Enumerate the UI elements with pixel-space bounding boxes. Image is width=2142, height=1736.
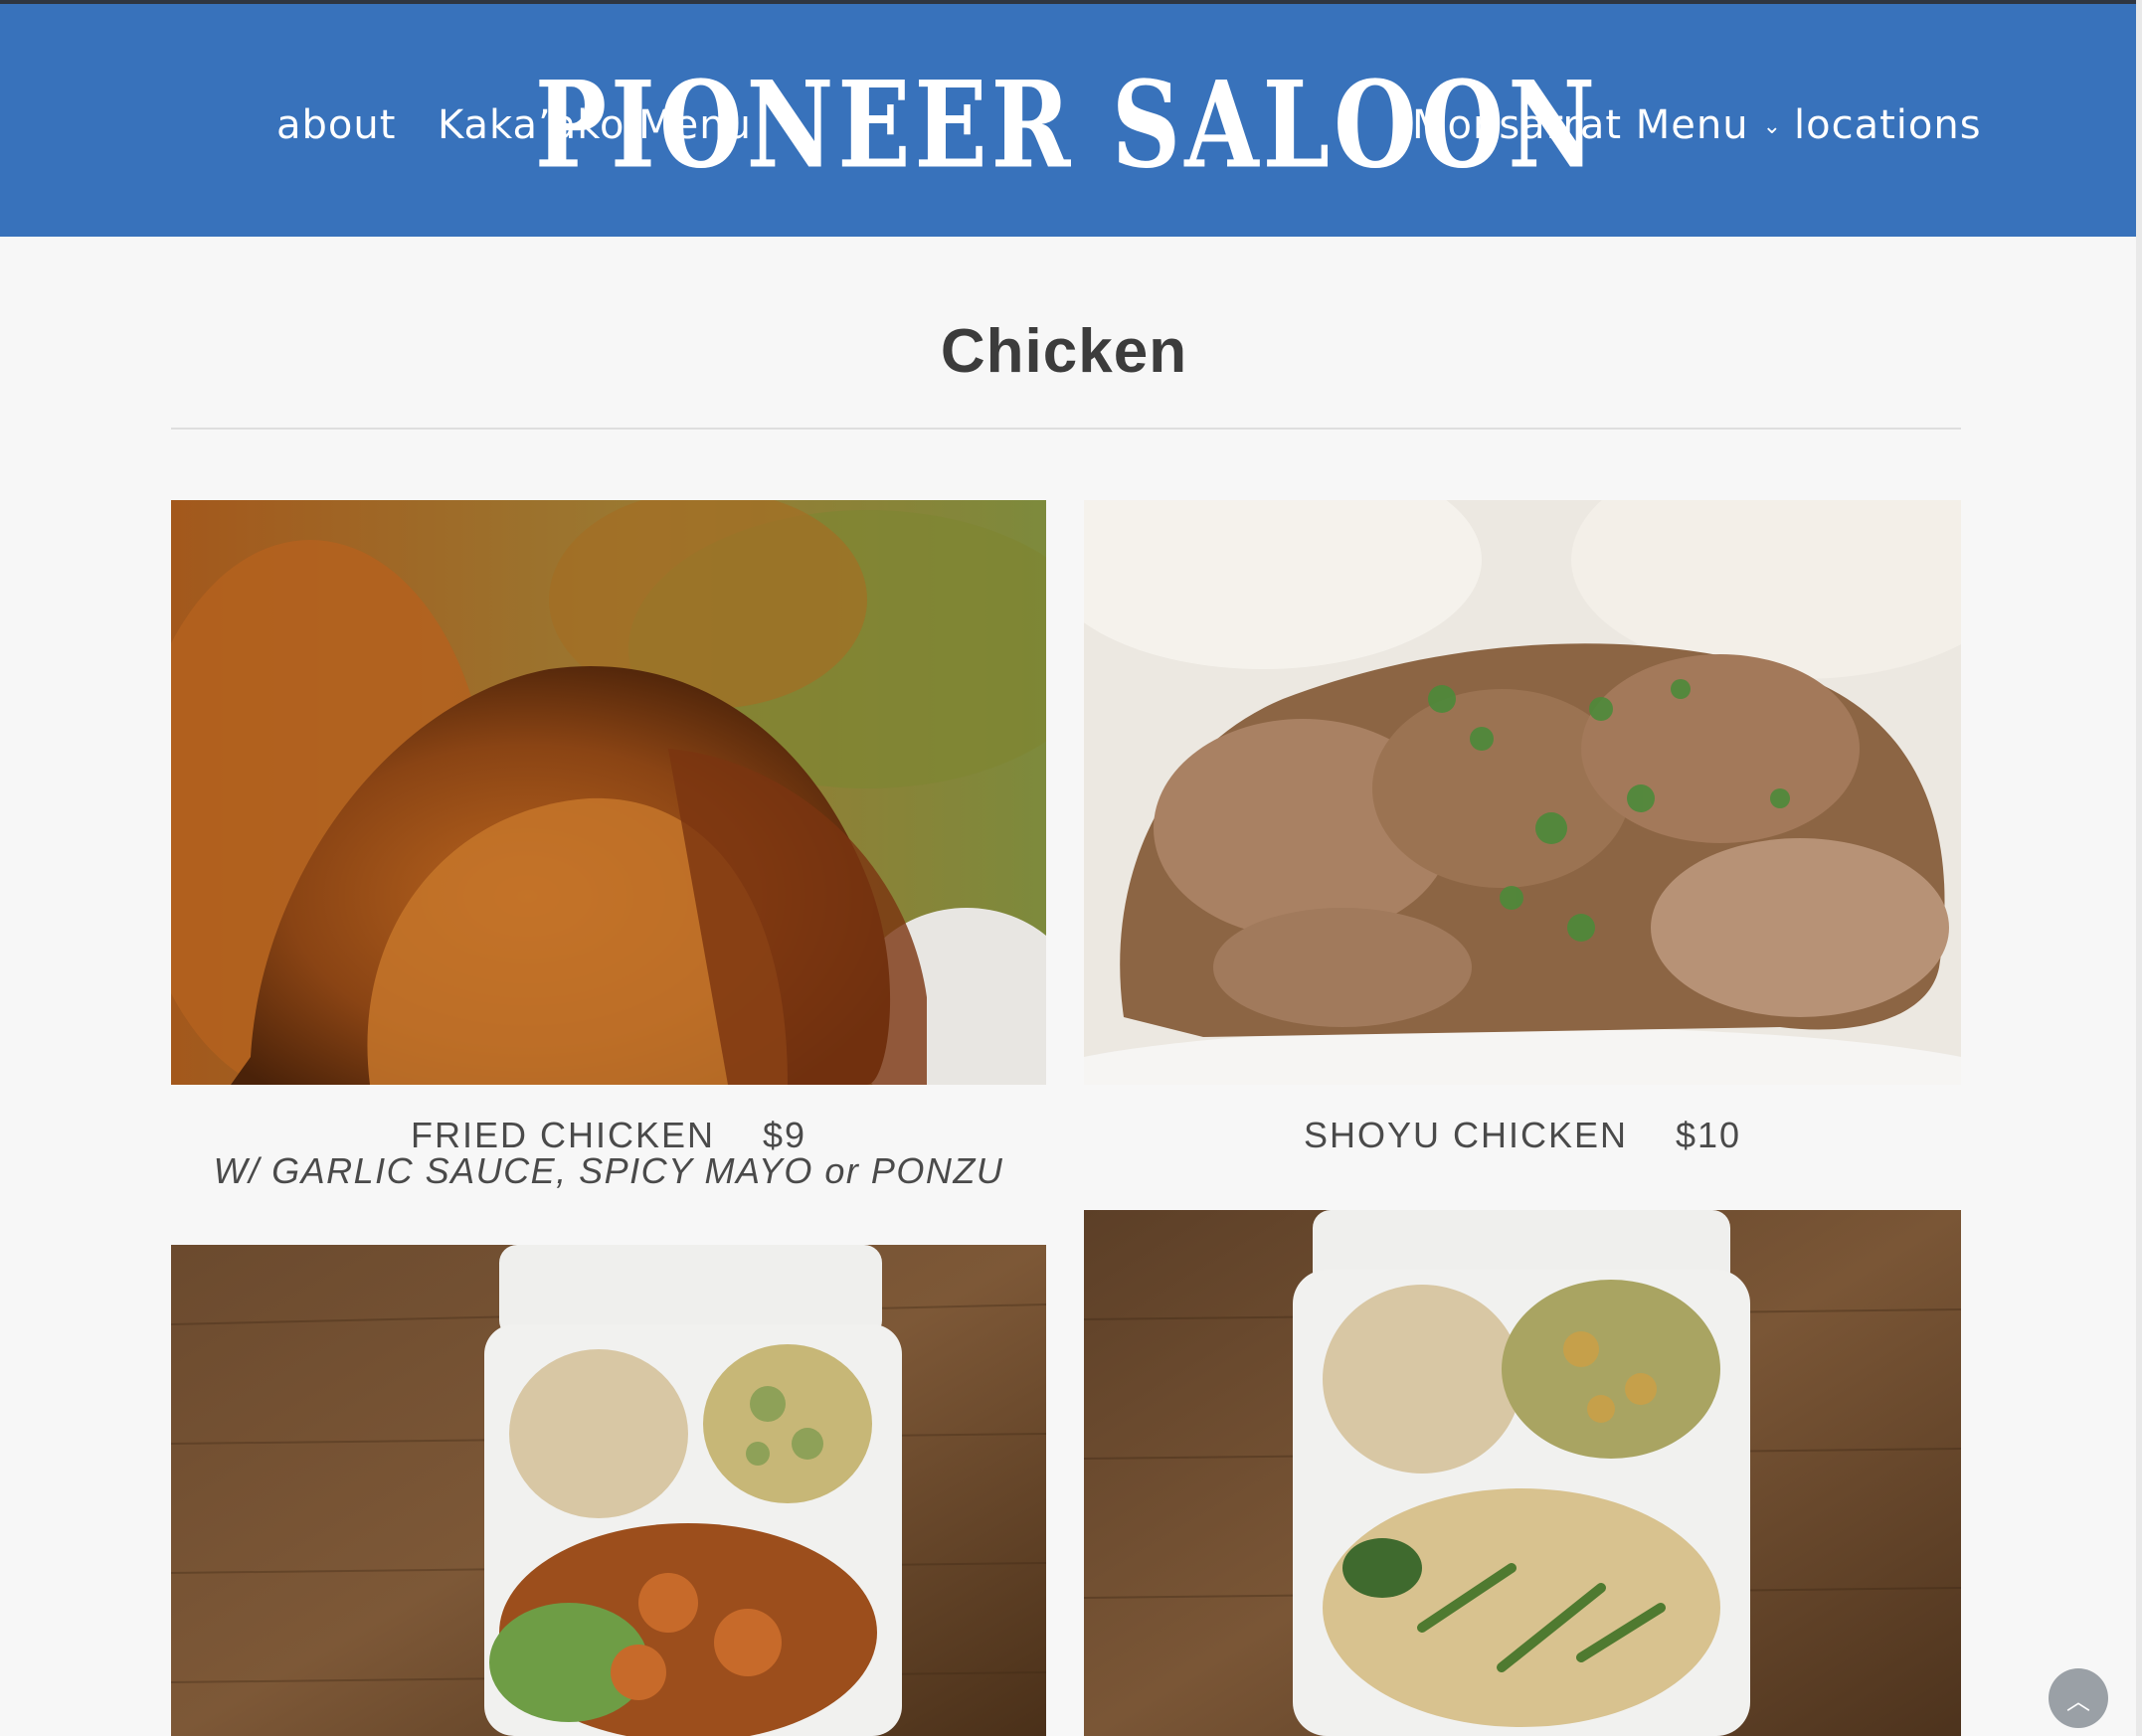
- nav-locations[interactable]: locations: [1794, 99, 1982, 151]
- site-header: about Kaka’ako Menu PIONEER SALOON Monsa…: [0, 4, 2142, 237]
- menu-item-subtitle: W/ GARLIC SAUCE, SPICY MAYO or PONZU: [213, 1150, 1004, 1191]
- menu-item-caption: FRIED CHICKEN $9 W/ GARLIC SAUCE, SPICY M…: [171, 1118, 1046, 1189]
- shoyu-chicken-photo: [1084, 500, 1961, 1085]
- section-title: Chicken: [940, 316, 1188, 386]
- nav-monsarrat-menu[interactable]: Monsarrat Menu ⌄: [1412, 99, 1782, 153]
- nav-about[interactable]: about: [276, 99, 396, 151]
- chicken-pasta-plate-photo: [1084, 1210, 1961, 1736]
- chicken-plate-photo: [171, 1245, 1046, 1736]
- menu-item-price: $9: [762, 1115, 807, 1155]
- scroll-to-top-button[interactable]: ︿: [2049, 1668, 2108, 1728]
- chevron-down-icon: ⌄: [1762, 114, 1783, 139]
- fried-chicken-photo: [171, 500, 1046, 1085]
- chevron-up-icon: ︿: [2066, 1687, 2090, 1715]
- site-logo[interactable]: PIONEER SALOON: [535, 44, 1595, 206]
- scrollbar[interactable]: [2136, 0, 2142, 1736]
- nav-monsarrat-label: Monsarrat Menu: [1412, 102, 1749, 148]
- menu-item-name: FRIED CHICKEN: [410, 1115, 715, 1155]
- menu-item-price: $10: [1675, 1115, 1742, 1155]
- section-divider: [171, 428, 1961, 430]
- menu-item-caption: SHOYU CHICKEN $10: [1084, 1118, 1961, 1153]
- menu-item-name: SHOYU CHICKEN: [1303, 1115, 1628, 1155]
